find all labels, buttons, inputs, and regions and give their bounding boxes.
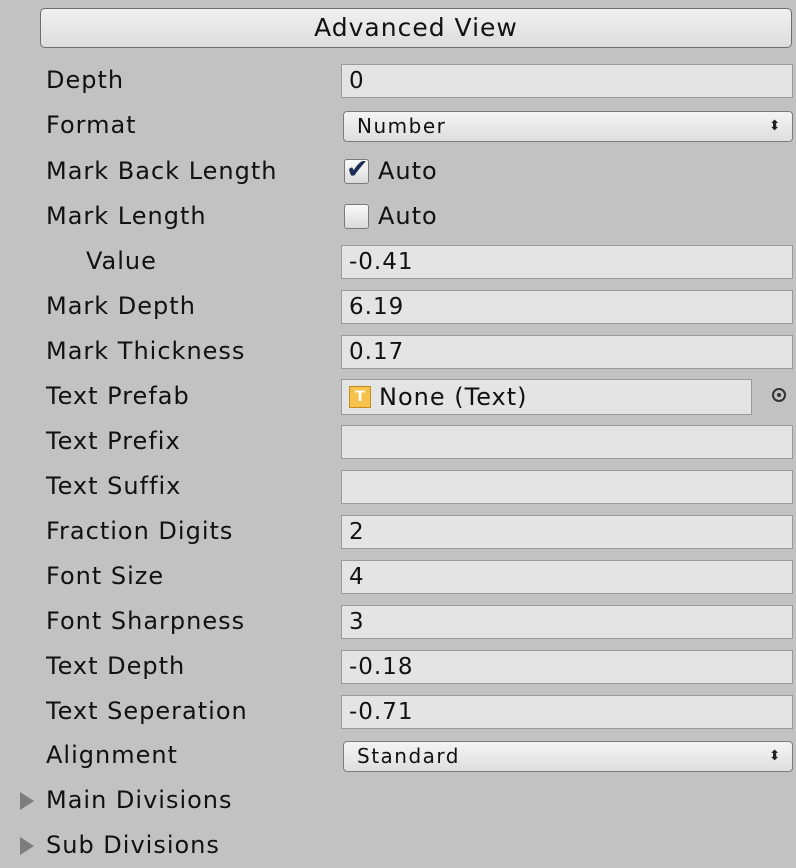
row-mark-thickness: Mark Thickness 0.17 (0, 329, 796, 374)
fraction-digits-label: Fraction Digits (46, 517, 234, 545)
mark-back-length-checkbox[interactable]: ✔ (344, 154, 369, 185)
dropdown-arrows-icon: ⬍ (768, 748, 782, 764)
row-alignment: Alignment Standard ⬍ (0, 733, 796, 778)
alignment-selected-value: Standard (357, 744, 460, 768)
foldout-arrow-icon[interactable] (20, 792, 34, 810)
foldout-main-divisions[interactable]: Main Divisions (0, 778, 796, 823)
row-font-sharpness: Font Sharpness 3 (0, 599, 796, 644)
row-text-suffix: Text Suffix (0, 464, 796, 509)
depth-label: Depth (46, 66, 125, 94)
format-dropdown[interactable]: Number ⬍ (343, 111, 793, 142)
checkmark-icon: ✔ (346, 154, 369, 185)
inspector-panel: Advanced View Depth 0 Format Number ⬍ Ma… (0, 0, 796, 860)
value-field[interactable]: -0.41 (341, 245, 793, 279)
mark-depth-field[interactable]: 6.19 (341, 290, 793, 324)
text-prefix-field[interactable] (341, 425, 793, 459)
mark-length-auto-label: Auto (378, 202, 438, 230)
text-suffix-field[interactable] (341, 470, 793, 504)
text-prefab-object-field[interactable]: T None (Text) (341, 379, 752, 415)
fraction-digits-field[interactable]: 2 (341, 515, 793, 549)
depth-field[interactable]: 0 (341, 64, 793, 98)
text-depth-label: Text Depth (46, 652, 186, 680)
row-fraction-digits: Fraction Digits 2 (0, 509, 796, 554)
mark-thickness-label: Mark Thickness (46, 337, 246, 365)
foldout-sub-divisions[interactable]: Sub Divisions (0, 823, 796, 868)
row-mark-depth: Mark Depth 6.19 (0, 284, 796, 329)
font-sharpness-label: Font Sharpness (46, 607, 246, 635)
object-picker-icon[interactable] (772, 388, 786, 402)
row-mark-back-length: Mark Back Length ✔ Auto (0, 149, 796, 194)
row-text-prefix: Text Prefix (0, 419, 796, 464)
text-depth-field[interactable]: -0.18 (341, 650, 793, 684)
alignment-dropdown[interactable]: Standard ⬍ (343, 741, 793, 772)
mark-thickness-field[interactable]: 0.17 (341, 335, 793, 369)
foldout-arrow-icon[interactable] (20, 837, 34, 855)
mark-depth-label: Mark Depth (46, 292, 196, 320)
row-text-prefab: Text Prefab T None (Text) (0, 374, 796, 419)
row-text-seperation: Text Seperation -0.71 (0, 689, 796, 734)
row-mark-length: Mark Length Auto (0, 194, 796, 239)
row-text-depth: Text Depth -0.18 (0, 644, 796, 689)
sub-divisions-label: Sub Divisions (46, 831, 220, 859)
text-seperation-label: Text Seperation (46, 697, 248, 725)
row-depth: Depth 0 (0, 58, 796, 103)
value-label: Value (86, 247, 157, 275)
text-prefab-value: None (Text) (379, 383, 528, 411)
dropdown-arrows-icon: ⬍ (768, 118, 782, 134)
font-size-field[interactable]: 4 (341, 560, 793, 594)
text-component-icon: T (349, 386, 371, 408)
mark-back-length-auto-label: Auto (378, 157, 438, 185)
text-seperation-field[interactable]: -0.71 (341, 695, 793, 729)
font-sharpness-field[interactable]: 3 (341, 605, 793, 639)
row-value: Value -0.41 (0, 239, 796, 284)
text-suffix-label: Text Suffix (46, 472, 182, 500)
font-size-label: Font Size (46, 562, 165, 590)
mark-length-label: Mark Length (46, 202, 207, 230)
text-prefix-label: Text Prefix (46, 427, 181, 455)
text-prefab-label: Text Prefab (46, 382, 190, 410)
alignment-label: Alignment (46, 741, 178, 769)
main-divisions-label: Main Divisions (46, 786, 233, 814)
mark-back-length-label: Mark Back Length (46, 157, 278, 185)
format-selected-value: Number (357, 114, 447, 138)
row-font-size: Font Size 4 (0, 554, 796, 599)
row-format: Format Number ⬍ (0, 103, 796, 148)
format-label: Format (46, 111, 137, 139)
advanced-view-button[interactable]: Advanced View (40, 8, 792, 48)
mark-length-checkbox[interactable] (344, 204, 369, 229)
